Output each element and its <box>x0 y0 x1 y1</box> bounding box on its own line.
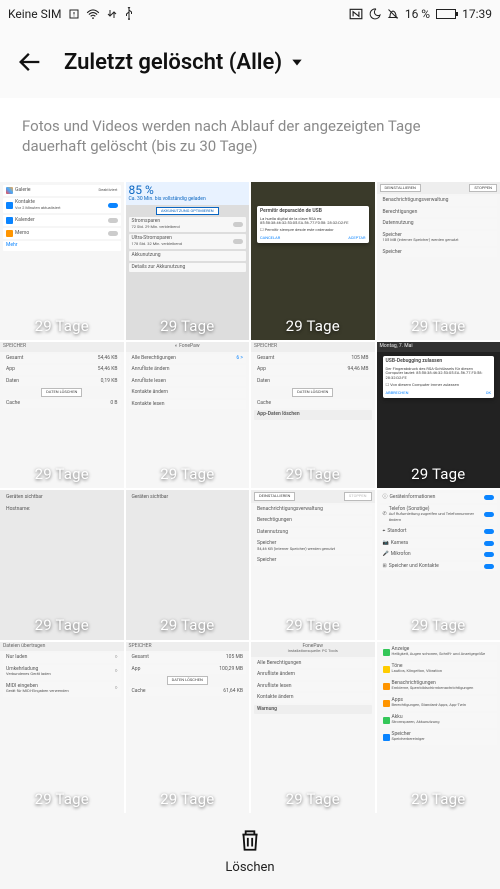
days-label: 29 Tage <box>286 466 340 483</box>
days-label: 29 Tage <box>411 318 465 335</box>
delete-button[interactable]: Löschen <box>225 827 274 875</box>
grid-item[interactable]: DEINSTALLIERENSTOPPEN Benachrichtigungsv… <box>377 182 500 340</box>
usb-icon <box>124 7 134 21</box>
page-title: Zuletzt gelöscht (Alle) <box>64 50 282 75</box>
grid-item[interactable]: DEINSTALLIERENSTOPPEN Benachrichtigungsv… <box>251 490 375 639</box>
grid-item[interactable]: SPEICHER Gesamt105 MB App94,46 MB Daten … <box>251 342 375 488</box>
sim-status: Keine SIM <box>8 7 62 21</box>
grid-item[interactable]: AnzeigeHelligkeit, Augen schonen, Schrif… <box>377 642 500 813</box>
moon-icon <box>369 8 381 20</box>
delete-label: Löschen <box>225 860 274 875</box>
trash-icon <box>237 827 263 857</box>
grid-item[interactable]: Montag, 7. Mai USB-Debugging zulassen De… <box>377 342 500 488</box>
grid-item[interactable]: Geräten sichtbar Hostname: 29 Tage <box>0 490 124 639</box>
days-label: 29 Tage <box>286 617 340 634</box>
info-text: Fotos und Videos werden nach Ablauf der … <box>0 98 500 171</box>
photo-grid: GalerieDeaktiviert KontakteVor 2 Minuten… <box>0 182 500 813</box>
days-label: 29 Tage <box>411 791 465 808</box>
grid-item[interactable]: ⓘGeräteinformationen ✆Telefon (Sonstige)… <box>377 490 500 639</box>
days-label: 29 Tage <box>35 318 89 335</box>
battery-icon <box>436 9 456 19</box>
grid-item[interactable]: GalerieDeaktiviert KontakteVor 2 Minuten… <box>0 182 124 340</box>
days-label: 29 Tage <box>160 791 214 808</box>
bell-off-icon <box>387 8 399 20</box>
app-header: Zuletzt gelöscht (Alle) <box>0 28 500 98</box>
days-label: 29 Tage <box>160 318 214 335</box>
days-label: 29 Tage <box>35 617 89 634</box>
grid-item[interactable]: FonePawInstallationsquelle: PC Tools All… <box>251 642 375 813</box>
clock: 17:39 <box>462 7 492 21</box>
days-label: 29 Tage <box>286 318 340 335</box>
days-label: 29 Tage <box>411 466 465 483</box>
days-label: 29 Tage <box>35 791 89 808</box>
days-label: 29 Tage <box>160 466 214 483</box>
days-label: 29 Tage <box>286 791 340 808</box>
chevron-down-icon <box>290 50 304 75</box>
days-label: 29 Tage <box>35 466 89 483</box>
data-transfer-icon <box>106 8 118 20</box>
battery-percent: 16 % <box>405 7 430 21</box>
days-label: 29 Tage <box>411 617 465 634</box>
grid-item[interactable]: Dateien übertragen Nur laden○ Umkehrladu… <box>0 642 124 813</box>
wifi-icon <box>86 8 100 20</box>
grid-item[interactable]: Permitir depuración de USB La huella dig… <box>251 182 375 340</box>
grid-item[interactable]: SPEICHER Gesamt54,46 KB App54,46 KB Date… <box>0 342 124 488</box>
days-label: 29 Tage <box>160 617 214 634</box>
bottom-toolbar: Löschen <box>0 813 500 889</box>
header-title-dropdown[interactable]: Zuletzt gelöscht (Alle) <box>64 50 304 75</box>
grid-item[interactable]: Geräten sichtbar 29 Tage <box>126 490 250 639</box>
grid-item[interactable]: SPEICHER Gesamt105 MB App100,29 MB DATEN… <box>126 642 250 813</box>
back-button[interactable] <box>16 48 44 76</box>
grid-item[interactable]: ◐ FonePaw Alle Berechtigungen6 > Anrufli… <box>126 342 250 488</box>
alert-icon <box>68 8 80 20</box>
status-bar: Keine SIM 16 % 17:39 <box>0 0 500 28</box>
nfc-icon <box>349 8 363 20</box>
grid-item[interactable]: 85 %Ca. 30 Min. bis vollständig geladen … <box>126 182 250 340</box>
